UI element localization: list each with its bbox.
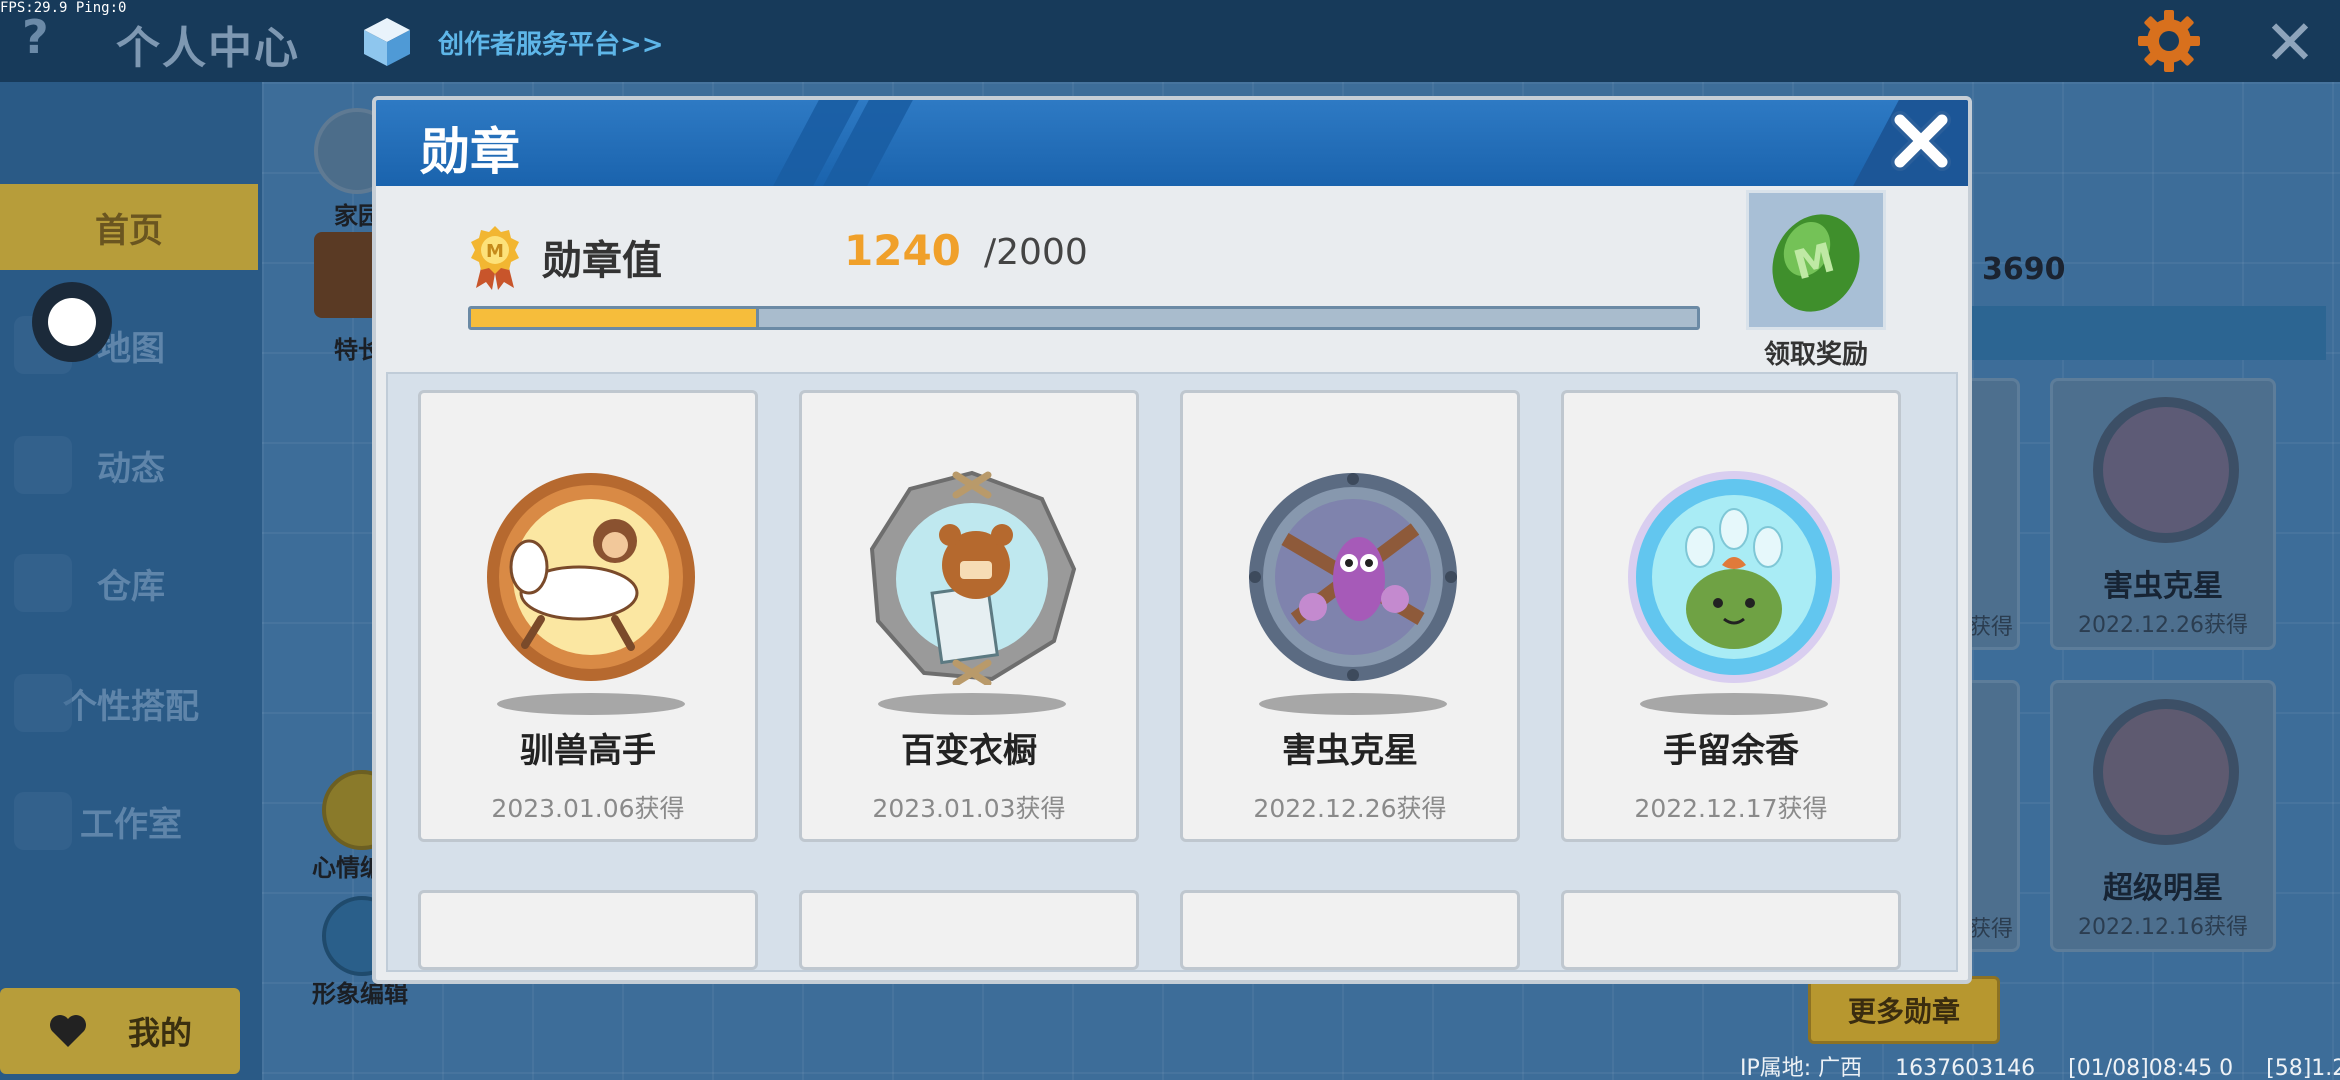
badge-name: 超级明星	[2103, 871, 2223, 906]
horse-rider-medal-icon	[487, 473, 695, 681]
badge-value-max: /2000	[984, 232, 1088, 273]
badge-card[interactable]: 百变衣橱 2023.01.03获得	[799, 390, 1139, 842]
sidebar-item-feed[interactable]: 动态	[0, 422, 262, 508]
green-egg-icon: M	[1772, 214, 1860, 312]
badge-modal: 勋章 M 勋章值 1240 /2000 M 领取奖励 驯兽高手 2023.01.…	[372, 96, 1972, 984]
heart-icon	[49, 1015, 86, 1047]
ip-location: IP属地: 广西	[1740, 1056, 1863, 1080]
worm-medal-icon	[2093, 397, 2239, 543]
badge-card[interactable]	[1561, 890, 1901, 970]
medal-shadow	[1259, 693, 1447, 715]
medal-shadow	[878, 693, 1066, 715]
outfit-icon	[14, 674, 72, 732]
badge-value-progress	[468, 306, 1700, 330]
badge-card[interactable]: 驯兽高手 2023.01.06获得	[418, 390, 758, 842]
page-title: 个人中心	[116, 23, 300, 74]
sidebar-item-warehouse[interactable]: 仓库	[0, 540, 262, 626]
version: [58]1.22.0	[2266, 1056, 2340, 1080]
close-icon[interactable]: ✕	[2264, 6, 2316, 79]
bear-wardrobe-medal-icon	[869, 470, 1077, 685]
creator-cube-icon[interactable]	[362, 16, 412, 68]
badge-card[interactable]: 手留余香 2022.12.17获得	[1561, 390, 1901, 842]
sidebar-item-label: 动态	[97, 448, 165, 489]
medal-shadow	[1640, 693, 1828, 715]
star-medal-icon	[2093, 699, 2239, 845]
badge-card[interactable]	[799, 890, 1139, 970]
badge-date: 2022.12.17获得	[1634, 794, 1828, 823]
modal-title: 勋章	[420, 123, 520, 181]
worm-medal-icon	[1249, 473, 1457, 681]
progress-fill	[471, 309, 760, 327]
background-strip	[1966, 306, 2326, 360]
more-badges-button[interactable]: 更多勋章	[1808, 976, 2000, 1044]
badge-list[interactable]: 驯兽高手 2023.01.06获得 百变衣橱 2023.01.03获得 害虫克星…	[386, 372, 1958, 972]
sidebar-item-mine[interactable]: 我的	[0, 988, 240, 1074]
reward-egg-button[interactable]: M	[1746, 190, 1886, 330]
badge-value-label: 勋章值	[542, 238, 662, 284]
sidebar-item-label: 个性搭配	[63, 686, 199, 727]
bell-icon	[14, 436, 72, 494]
status-footer: IP属地: 广西 1637603146 [01/08]08:45 0 [58]1…	[1740, 1050, 2340, 1080]
badge-date: 2022.12.26获得	[2078, 613, 2248, 638]
fps-readout: FPS:29.9 Ping:0	[0, 0, 127, 16]
timestamp: [01/08]08:45 0	[2068, 1056, 2234, 1080]
warehouse-icon	[14, 554, 72, 612]
floating-assist-dot	[48, 298, 96, 346]
user-id: 1637603146	[1895, 1056, 2036, 1080]
badge-card[interactable]	[1180, 890, 1520, 970]
sidebar-item-label: 仓库	[97, 566, 165, 607]
background-badge-card[interactable]: 超级明星 2022.12.16获得	[2050, 680, 2276, 952]
studio-icon	[14, 792, 72, 850]
modal-header: 勋章	[376, 100, 1968, 186]
background-stat: 3690	[1982, 252, 2066, 287]
claim-reward-label[interactable]: 领取奖励	[1746, 334, 1886, 371]
help-button[interactable]: ?	[22, 10, 49, 64]
badge-name: 手留余香	[1663, 731, 1799, 771]
badge-date: 2023.01.06获得	[491, 794, 685, 823]
close-icon[interactable]	[1882, 102, 1960, 180]
gear-icon[interactable]	[2136, 8, 2202, 74]
badge-date: 2022.12.16获得	[2078, 915, 2248, 940]
svg-text:M: M	[486, 241, 504, 262]
badge-name: 百变衣橱	[901, 731, 1037, 771]
sidebar-item-label: 工作室	[80, 804, 182, 845]
badge-name: 害虫克星	[2103, 569, 2223, 604]
sidebar-item-label: 我的	[127, 1014, 192, 1052]
sidebar-item-home[interactable]: 首页	[0, 184, 258, 270]
background-badge-card[interactable]: 害虫克星 2022.12.26获得	[2050, 378, 2276, 650]
sidebar-item-outfit[interactable]: 个性搭配	[0, 660, 262, 746]
frog-flower-medal-icon	[1628, 471, 1840, 683]
badge-value-current: 1240	[844, 226, 961, 275]
badge-date: 2023.01.03获得	[872, 794, 1066, 823]
creator-platform-link[interactable]: 创作者服务平台>>	[438, 24, 664, 61]
badge-date: 2022.12.26获得	[1253, 794, 1447, 823]
badge-card[interactable]: 害虫克星 2022.12.26获得	[1180, 390, 1520, 842]
badge-card[interactable]	[418, 890, 758, 970]
badge-name: 驯兽高手	[520, 731, 656, 771]
badge-value-icon: M	[471, 226, 519, 290]
medal-shadow	[497, 693, 685, 715]
sidebar-item-label: 首页	[95, 210, 163, 251]
sidebar-item-studio[interactable]: 工作室	[0, 778, 262, 864]
top-bar: ? 个人中心 创作者服务平台>> ✕	[0, 0, 2340, 82]
badge-name: 害虫克星	[1282, 731, 1418, 771]
